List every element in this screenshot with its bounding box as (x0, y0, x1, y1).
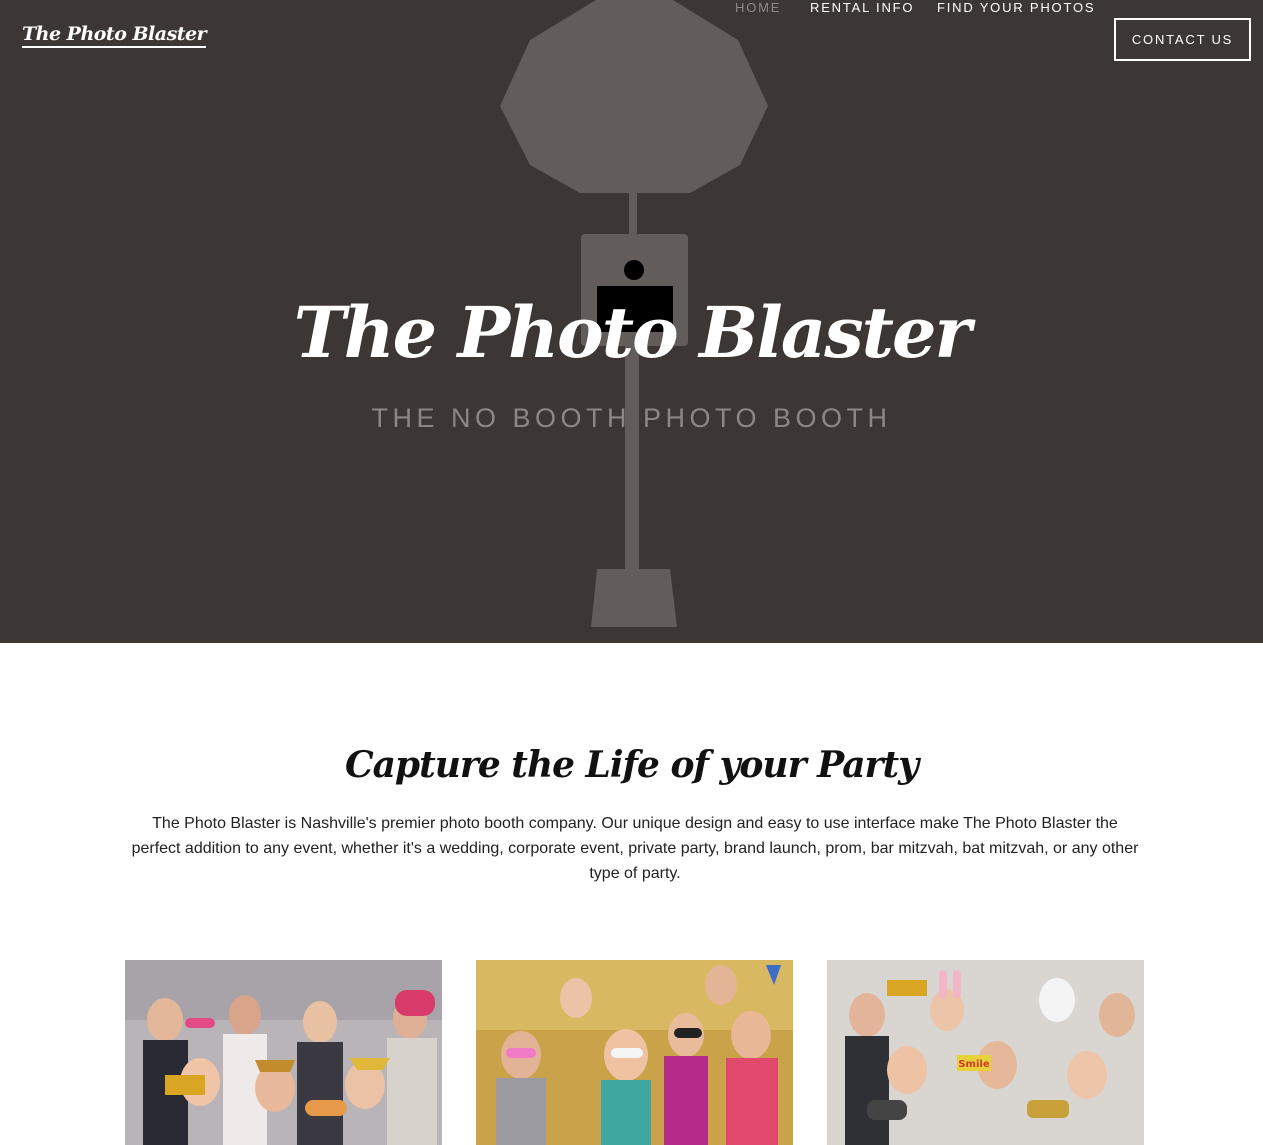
gallery-photo-1[interactable] (125, 960, 442, 1145)
nav-find-your-photos[interactable]: FIND YOUR PHOTOS (937, 0, 1095, 16)
nav-home[interactable]: HOME (735, 0, 781, 16)
smile-prop-text: Smile (958, 1059, 989, 1070)
site-logo[interactable]: The Photo Blaster (22, 23, 207, 48)
party-photo-silver-backdrop (125, 960, 442, 1145)
site-header: The Photo Blaster HOME RENTAL INFO FIND … (0, 0, 1263, 80)
hero-subtitle: THE NO BOOTH PHOTO BOOTH (371, 403, 892, 433)
nav-rental-info[interactable]: RENTAL INFO (810, 0, 914, 16)
gallery-photo-3[interactable]: Smile (827, 960, 1144, 1145)
hero-title: The Photo Blaster (293, 291, 972, 374)
gallery-photo-2[interactable] (476, 960, 793, 1145)
party-photo-white-backdrop: Smile (827, 960, 1144, 1145)
party-photo-gold-backdrop (476, 960, 793, 1145)
intro-paragraph: The Photo Blaster is Nashville's premier… (131, 815, 1139, 882)
intro-heading: Capture the Life of your Party (344, 744, 919, 786)
hero-section: The Photo Blaster HOME RENTAL INFO FIND … (0, 0, 1263, 643)
contact-us-button[interactable]: CONTACT US (1114, 18, 1251, 61)
